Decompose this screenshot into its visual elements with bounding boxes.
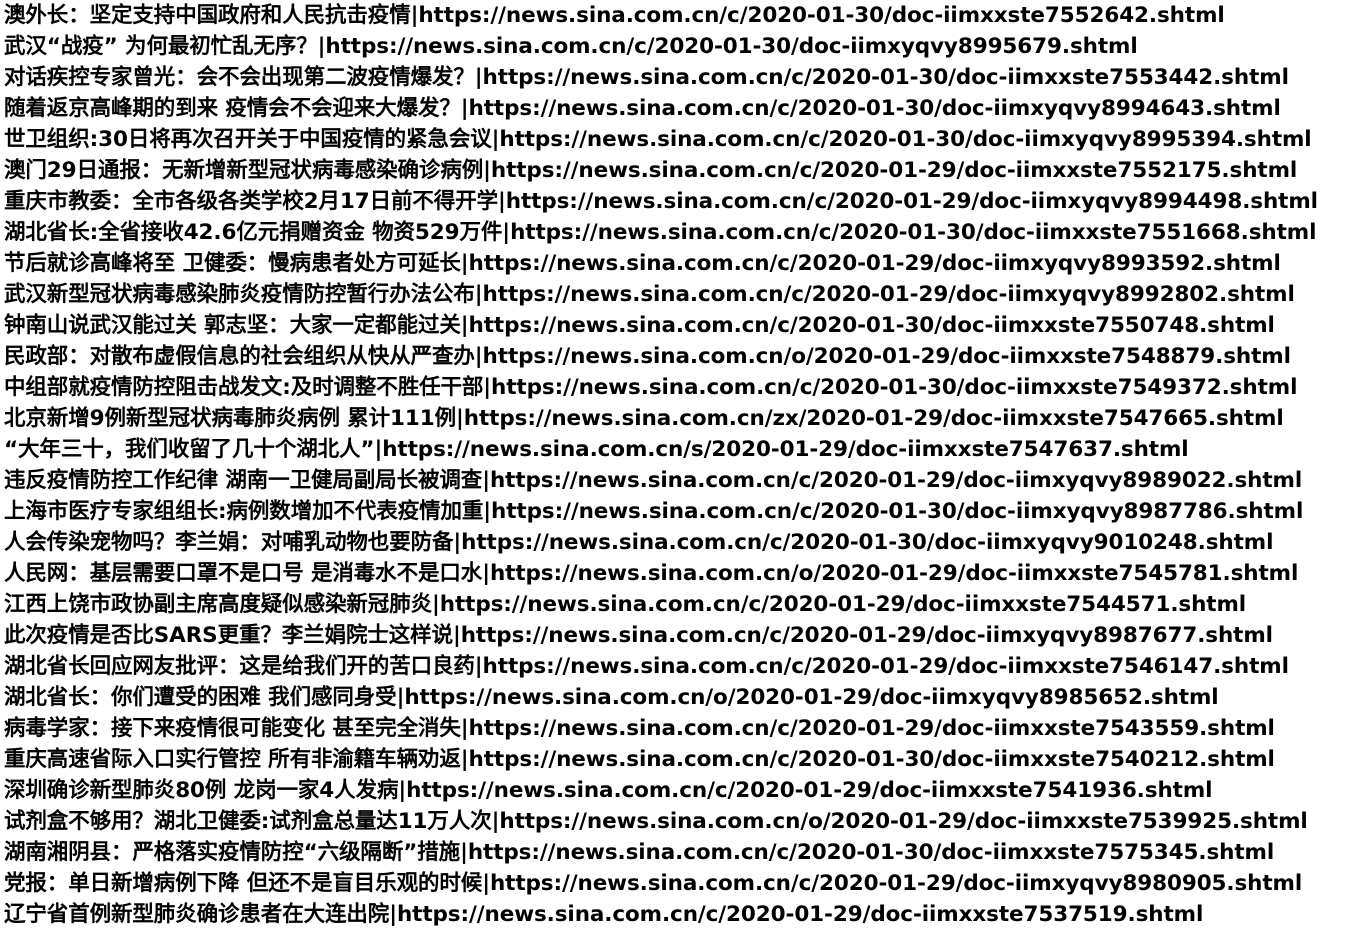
list-item: 此次疫情是否比SARS更重？李兰娟院士这样说|https://news.sina…: [4, 623, 1273, 648]
list-item: 试剂盒不够用？湖北卫健委:试剂盒总量达11万人次|https://news.si…: [4, 809, 1308, 834]
list-item: 澳外长：坚定支持中国政府和人民抗击疫情|https://news.sina.co…: [4, 3, 1225, 28]
list-item: 党报：单日新增病例下降 但还不是盲目乐观的时候|https://news.sin…: [4, 871, 1303, 896]
list-item: 钟南山说武汉能过关 郭志坚：大家一定都能过关|https://news.sina…: [4, 313, 1275, 338]
list-item: 民政部：对散布虚假信息的社会组织从快从严查办|https://news.sina…: [4, 344, 1291, 369]
list-item: 辽宁省首例新型肺炎确诊患者在大连出院|https://news.sina.com…: [4, 902, 1204, 927]
list-item: 病毒学家：接下来疫情很可能变化 甚至完全消失|https://news.sina…: [4, 716, 1275, 741]
list-item: 澳门29日通报：无新增新型冠状病毒感染确诊病例|https://news.sin…: [4, 158, 1298, 183]
list-item: 违反疫情防控工作纪律 湖南一卫健局副局长被调查|https://news.sin…: [4, 468, 1303, 493]
list-item: 人民网：基层需要口罩不是口号 是消毒水不是口水|https://news.sin…: [4, 561, 1299, 586]
list-item: 世卫组织:30日将再次召开关于中国疫情的紧急会议|https://news.si…: [4, 127, 1312, 152]
list-item: 武汉新型冠状病毒感染肺炎疫情防控暂行办法公布|https://news.sina…: [4, 282, 1295, 307]
list-item: 深圳确诊新型肺炎80例 龙岗一家4人发病|https://news.sina.c…: [4, 778, 1213, 803]
list-item: 重庆高速省际入口实行管控 所有非渝籍车辆劝返|https://news.sina…: [4, 747, 1275, 772]
news-link-list: 澳外长：坚定支持中国政府和人民抗击疫情|https://news.sina.co…: [4, 0, 1318, 930]
list-item: 湖北省长:全省接收42.6亿元捐赠资金 物资529万件|https://news…: [4, 220, 1317, 245]
list-item: 人会传染宠物吗？李兰娟：对哺乳动物也要防备|https://news.sina.…: [4, 530, 1274, 555]
list-item: 湖南湘阴县：严格落实疫情防控“六级隔断”措施|https://news.sina…: [4, 840, 1275, 865]
list-item: 对话疾控专家曾光：会不会出现第二波疫情爆发？|https://news.sina…: [4, 65, 1289, 90]
list-item: 上海市医疗专家组组长:病例数增加不代表疫情加重|https://news.sin…: [4, 499, 1304, 524]
list-item: 北京新增9例新型冠状病毒肺炎病例 累计111例|https://news.sin…: [4, 406, 1284, 431]
list-item: 重庆市教委：全市各级各类学校2月17日前不得开学|https://news.si…: [4, 189, 1318, 214]
list-item: 湖北省长：你们遭受的困难 我们感同身受|https://news.sina.co…: [4, 685, 1219, 710]
list-item: 节后就诊高峰将至 卫健委：慢病患者处方可延长|https://news.sina…: [4, 251, 1281, 276]
list-item: “大年三十，我们收留了几十个湖北人”|https://news.sina.com…: [4, 437, 1189, 462]
list-item: 江西上饶市政协副主席高度疑似感染新冠肺炎|https://news.sina.c…: [4, 592, 1247, 617]
list-item: 武汉“战疫” 为何最初忙乱无序？|https://news.sina.com.c…: [4, 34, 1138, 59]
list-item: 随着返京高峰期的到来 疫情会不会迎来大爆发？|https://news.sina…: [4, 96, 1281, 121]
list-item: 湖北省长回应网友批评：这是给我们开的苦口良药|https://news.sina…: [4, 654, 1289, 679]
list-item: 中组部就疫情防控阻击战发文:及时调整不胜任干部|https://news.sin…: [4, 375, 1298, 400]
